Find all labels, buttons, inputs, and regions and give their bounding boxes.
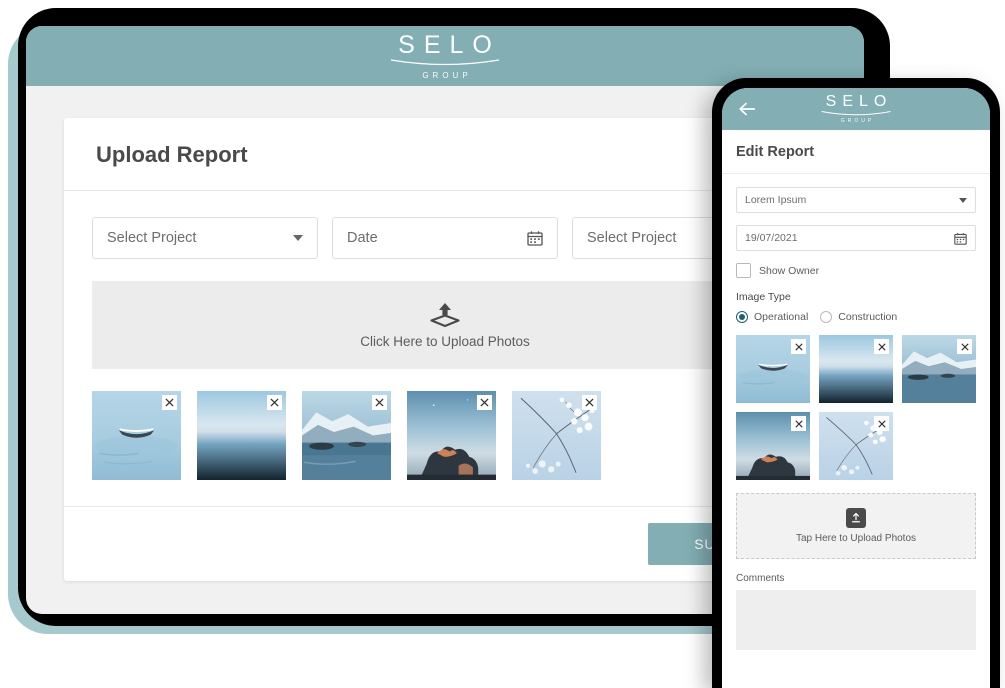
calendar-icon [954,232,967,245]
show-owner-checkbox-row[interactable]: Show Owner [736,263,976,278]
radio-operational[interactable]: Operational [736,311,808,323]
remove-thumbnail-button[interactable] [791,339,806,354]
upload-icon [430,302,460,327]
remove-thumbnail-button[interactable] [372,395,387,410]
date-field[interactable]: Date [332,217,558,259]
radio-construction-label: Construction [838,311,898,323]
close-icon [877,419,886,428]
close-icon [877,342,886,351]
close-icon [165,398,174,407]
close-icon [794,419,803,428]
image-type-label: Image Type [736,291,791,303]
brand-subtitle: GROUP [840,118,875,124]
thumbnail-item[interactable] [407,391,496,480]
select-project-field-1[interactable]: Select Project [92,217,318,259]
upload-dropzone[interactable]: Click Here to Upload Photos [92,281,798,369]
show-owner-label: Show Owner [759,264,820,277]
radio-construction-indicator[interactable] [820,311,833,323]
phone-app-header: SELO GROUP [722,88,990,130]
thumbnail-item[interactable] [819,335,893,403]
selo-logo: SELO GROUP [820,94,893,124]
upload-box-icon [846,508,866,528]
show-owner-checkbox[interactable] [736,263,751,278]
thumbnail-item[interactable] [902,335,976,403]
phone-page-title: Edit Report [722,130,990,174]
close-icon [375,398,384,407]
screenshot-stage: SELO GROUP Upload Report Select Project [0,0,1005,688]
comments-textarea[interactable] [736,590,976,650]
phone-upload-dropzone-label: Tap Here to Upload Photos [795,533,917,544]
remove-thumbnail-button[interactable] [582,395,597,410]
date-label: Date [347,230,378,246]
remove-thumbnail-button[interactable] [874,416,889,431]
remove-thumbnail-button[interactable] [791,416,806,431]
phone-logo-wrap: SELO GROUP [758,94,954,124]
thumbnail-item[interactable] [819,412,893,480]
thumbnail-item[interactable] [736,412,810,480]
phone-thumbnail-grid [736,335,976,480]
close-icon [585,398,594,407]
selo-logo: SELO GROUP [389,30,501,80]
radio-operational-indicator[interactable] [736,311,748,323]
close-icon [960,342,969,351]
remove-thumbnail-button[interactable] [874,339,889,354]
brand-name: SELO [398,30,501,59]
project-select-field[interactable]: Lorem Ipsum [736,187,976,213]
calendar-icon [527,231,543,246]
chevron-down-icon [959,197,967,203]
image-type-radio-group: Operational Construction [736,311,976,323]
upload-dropzone-label: Click Here to Upload Photos [360,333,530,349]
close-icon [794,342,803,351]
logo-swoosh-icon [821,111,891,116]
thumbnail-item[interactable] [736,335,810,403]
chevron-down-icon [293,235,303,241]
phone-upload-dropzone[interactable]: Tap Here to Upload Photos [736,493,976,559]
thumbnail-item[interactable] [197,391,286,480]
project-select-value: Lorem Ipsum [745,194,807,206]
tablet-thumbnail-list [92,369,798,506]
select-project-label-1: Select Project [107,230,197,246]
thumbnail-item[interactable] [512,391,601,480]
thumbnail-item[interactable] [302,391,391,480]
phone-body: Lorem Ipsum 19/07/2021 Show Owner Image … [722,174,990,655]
phone-screen: SELO GROUP Edit Report Lorem Ipsum 19/07… [722,88,990,688]
back-arrow-icon[interactable] [736,98,758,120]
remove-thumbnail-button[interactable] [477,395,492,410]
remove-thumbnail-button[interactable] [162,395,177,410]
upload-arrow-icon [851,512,861,523]
logo-swoosh-icon [390,58,500,65]
tablet-app-header: SELO GROUP [26,26,864,86]
date-value: 19/07/2021 [745,232,798,244]
remove-thumbnail-button[interactable] [267,395,282,410]
form-field-row: Select Project Date Select Project [92,217,798,259]
radio-construction[interactable]: Construction [820,311,897,323]
thumbnail-item[interactable] [92,391,181,480]
radio-operational-label: Operational [754,311,809,323]
date-field[interactable]: 19/07/2021 [736,225,976,251]
remove-thumbnail-button[interactable] [957,339,972,354]
close-icon [480,398,489,407]
comments-label: Comments [736,573,785,584]
close-icon [270,398,279,407]
brand-name: SELO [825,93,893,110]
brand-subtitle: GROUP [422,70,472,80]
